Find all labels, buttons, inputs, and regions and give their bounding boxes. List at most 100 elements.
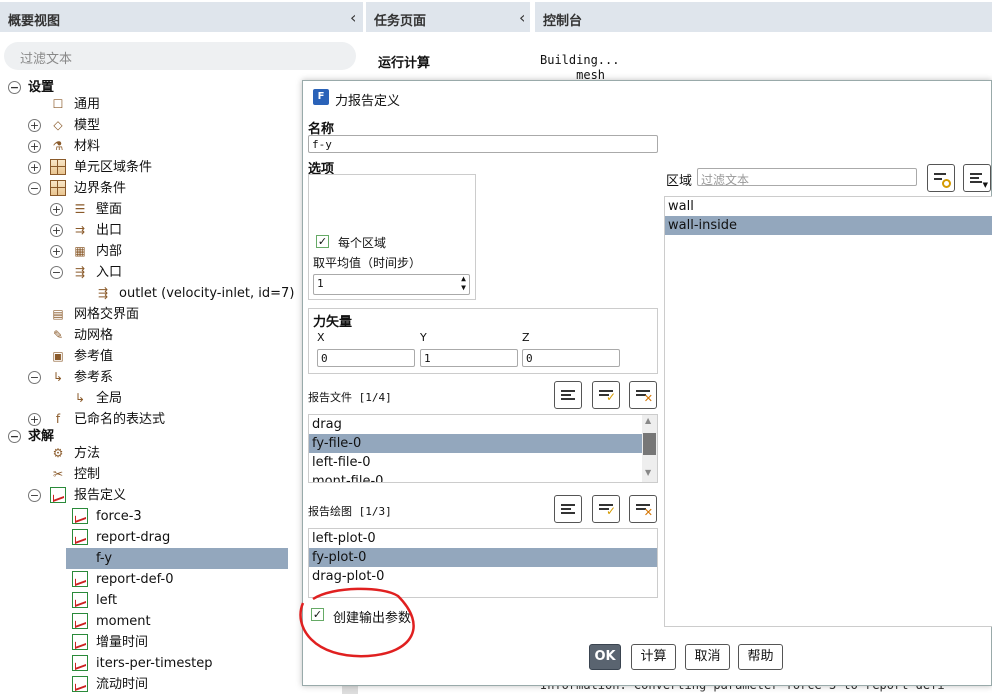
dialog-title: 力报告定义 bbox=[335, 94, 401, 109]
expand-icon[interactable]: + bbox=[28, 119, 41, 132]
tree-item[interactable]: + ☰ 壁面 bbox=[0, 199, 290, 220]
expand-icon[interactable]: + bbox=[28, 161, 41, 174]
average-spinner[interactable]: 1 ▲ ▼ bbox=[313, 274, 470, 295]
tree-item[interactable]: ✎ 动网格 bbox=[0, 325, 290, 346]
compute-button[interactable]: 计算 bbox=[631, 644, 676, 670]
tree-item[interactable]: + ⇉ 出口 bbox=[0, 220, 290, 241]
ok-button[interactable]: OK bbox=[589, 644, 621, 670]
tree-item[interactable]: − 报告定义 bbox=[0, 485, 290, 506]
tree-item[interactable]: ▤ 网格交界面 bbox=[0, 304, 290, 325]
scroll-thumb[interactable] bbox=[643, 433, 656, 455]
report-files-select-all-button[interactable]: ✓ bbox=[592, 381, 620, 409]
list-item[interactable]: drag bbox=[309, 415, 657, 434]
tree-item[interactable]: + ⚗ 材料 bbox=[0, 136, 290, 157]
expand-icon[interactable]: + bbox=[50, 224, 63, 237]
zones-filter-input[interactable]: 过滤文本 bbox=[697, 168, 917, 187]
per-zone-checkbox[interactable]: ✓ bbox=[316, 235, 329, 248]
report-files-deselect-button[interactable]: ✕ bbox=[629, 381, 657, 409]
help-button[interactable]: 帮助 bbox=[738, 644, 783, 670]
tree-item[interactable]: + ◇ 模型 bbox=[0, 115, 290, 136]
tree-item-label: left bbox=[96, 593, 118, 608]
zones-list[interactable]: wall wall-inside bbox=[664, 196, 992, 627]
spin-down-icon[interactable]: ▼ bbox=[461, 283, 466, 292]
scroll-down-icon[interactable]: ▼ bbox=[645, 468, 651, 477]
tree-item[interactable]: ↳ 全局 bbox=[0, 388, 290, 409]
name-field[interactable]: f-y bbox=[308, 135, 658, 153]
collapse-icon[interactable]: − bbox=[28, 489, 41, 502]
tree-item[interactable]: 流动时间 bbox=[0, 674, 290, 695]
y-field[interactable]: 1 bbox=[420, 349, 518, 367]
report-plots-list-button[interactable] bbox=[554, 495, 582, 523]
tree-item-label: iters-per-timestep bbox=[96, 656, 213, 671]
zones-filter-button[interactable] bbox=[927, 164, 955, 192]
report-plots-select-all-button[interactable]: ✓ bbox=[592, 495, 620, 523]
report-icon bbox=[72, 634, 88, 650]
cancel-button[interactable]: 取消 bbox=[685, 644, 730, 670]
tree-item[interactable]: − 边界条件 bbox=[0, 178, 290, 199]
report-files-label: 报告文件 [1/4] bbox=[308, 391, 392, 404]
list-item[interactable]: left-file-0 bbox=[309, 453, 657, 472]
expand-icon[interactable]: + bbox=[28, 413, 41, 426]
annotation-stroke bbox=[299, 587, 415, 658]
list-item[interactable]: fy-file-0 bbox=[309, 434, 657, 453]
tree-item[interactable]: ▣ 参考值 bbox=[0, 346, 290, 367]
collapse-icon[interactable]: − bbox=[8, 430, 21, 443]
spin-up-icon[interactable]: ▲ bbox=[461, 274, 466, 283]
outline-collapse-button[interactable]: ‹ bbox=[350, 8, 356, 27]
tree-item-label: f-y bbox=[66, 548, 288, 569]
scroll-up-icon[interactable]: ▲ bbox=[645, 416, 651, 425]
tree-item[interactable]: left bbox=[0, 590, 290, 611]
tree-item[interactable]: report-def-0 bbox=[0, 569, 290, 590]
list-item[interactable]: fy-plot-0 bbox=[309, 548, 657, 567]
tree-item[interactable]: − ⇶ 入口 bbox=[0, 262, 290, 283]
average-label: 取平均值（时间步） bbox=[313, 256, 422, 270]
tree-item-label: 内部 bbox=[96, 244, 123, 259]
tree-item-label: 单元区域条件 bbox=[74, 160, 153, 175]
list-item[interactable]: wall-inside bbox=[665, 216, 992, 235]
report-icon bbox=[72, 571, 88, 587]
tree-item[interactable]: 增量时间 bbox=[0, 632, 290, 653]
collapse-icon[interactable]: − bbox=[8, 81, 21, 94]
tree-item[interactable]: f-y bbox=[0, 548, 290, 569]
tree-item[interactable]: ☐ 通用 bbox=[0, 94, 290, 115]
tree-item-label: 控制 bbox=[74, 467, 101, 482]
collapse-icon[interactable]: − bbox=[28, 371, 41, 384]
list-item[interactable]: mont-file-0 bbox=[309, 472, 657, 482]
tree-item[interactable]: moment bbox=[0, 611, 290, 632]
tree-item[interactable]: − ↳ 参考系 bbox=[0, 367, 290, 388]
expand-icon[interactable]: + bbox=[50, 203, 63, 216]
report-icon bbox=[72, 592, 88, 608]
report-icon bbox=[72, 655, 88, 671]
tree-item-label: 入口 bbox=[96, 265, 123, 280]
collapse-icon[interactable]: − bbox=[50, 266, 63, 279]
collapse-icon[interactable]: − bbox=[28, 182, 41, 195]
expand-icon[interactable]: + bbox=[50, 245, 63, 258]
tree-item[interactable]: force-3 bbox=[0, 506, 290, 527]
zones-list-menu-button[interactable]: ▼ bbox=[963, 164, 991, 192]
tree-item[interactable]: ⚙ 方法 bbox=[0, 443, 290, 464]
tree-item[interactable]: + 单元区域条件 bbox=[0, 157, 290, 178]
report-files-list[interactable]: drag fy-file-0 left-file-0 mont-file-0 bbox=[308, 414, 658, 483]
list-item[interactable]: left-plot-0 bbox=[309, 529, 657, 548]
report-plots-deselect-button[interactable]: ✕ bbox=[629, 495, 657, 523]
tree-item-label: 网格交界面 bbox=[74, 307, 140, 322]
x-field[interactable]: 0 bbox=[317, 349, 415, 367]
tree-item-label: 出口 bbox=[96, 223, 123, 238]
report-files-scrollbar[interactable]: ▲ ▼ bbox=[642, 415, 657, 482]
tree-item[interactable]: ✂ 控制 bbox=[0, 464, 290, 485]
tree-item[interactable]: iters-per-timestep bbox=[0, 653, 290, 674]
tree-item-label: 模型 bbox=[74, 118, 101, 133]
tree-item-label: report-drag bbox=[96, 530, 171, 545]
list-item[interactable]: wall bbox=[665, 197, 992, 216]
tree-item-label: 参考系 bbox=[74, 370, 114, 385]
report-files-list-button[interactable] bbox=[554, 381, 582, 409]
tree-item[interactable]: + ▦ 内部 bbox=[0, 241, 290, 262]
y-label: Y bbox=[420, 331, 427, 344]
tree-item[interactable]: ⇶ outlet (velocity-inlet, id=7) bbox=[0, 283, 294, 304]
z-field[interactable]: 0 bbox=[522, 349, 620, 367]
tree-item[interactable]: report-drag bbox=[0, 527, 290, 548]
task-page-collapse-button[interactable]: ‹ bbox=[519, 8, 525, 27]
chevron-down-icon: ▼ bbox=[982, 181, 988, 189]
expand-icon[interactable]: + bbox=[28, 140, 41, 153]
console-title: 控制台 bbox=[543, 14, 583, 29]
